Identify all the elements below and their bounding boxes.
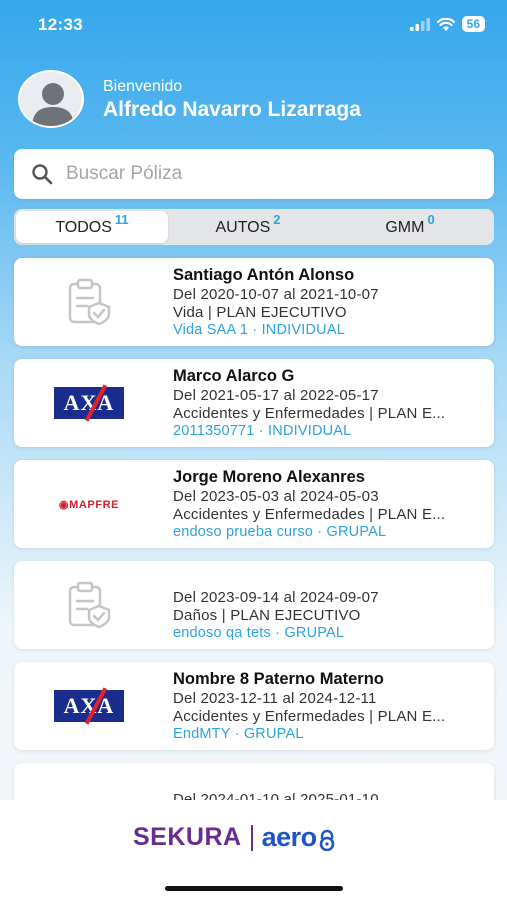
- policy-reference: Vida SAA 1 · INDIVIDUAL: [173, 322, 345, 338]
- search-bar[interactable]: [14, 149, 494, 199]
- policy-dates: Del 2023-12-11 al 2024-12-11: [173, 690, 377, 707]
- welcome-header: Bienvenido Alfredo Navarro Lizarraga: [18, 70, 488, 130]
- tab-todos-count: 11: [114, 212, 129, 227]
- axa-logo: AXA: [54, 384, 124, 422]
- insurer-logo: [14, 258, 164, 346]
- avatar[interactable]: [18, 70, 84, 128]
- brand-logos: SEKURA aero: [133, 822, 336, 853]
- policy-type: Accidentes y Enfermedades | PLAN E...: [173, 708, 446, 725]
- sekura-logo: SEKURA: [133, 823, 242, 851]
- padlock-icon: [319, 829, 334, 851]
- brand-divider: [250, 824, 253, 851]
- policy-dates: Del 2023-05-03 al 2024-05-03: [173, 488, 379, 505]
- policy-filter-tabs: TODOS 11 AUTOS 2 GMM 0: [14, 209, 494, 245]
- policy-card[interactable]: ◉MAPFRE Jorge Moreno Alexanres Del 2023-…: [14, 460, 494, 548]
- search-input[interactable]: [66, 159, 466, 189]
- tab-todos[interactable]: TODOS 11: [16, 211, 168, 243]
- policy-reference: endoso qa tets · GRUPAL: [173, 625, 345, 641]
- policy-document-icon: [68, 581, 111, 629]
- policy-holder-name: Santiago Antón Alonso: [173, 266, 355, 284]
- policy-card[interactable]: AXA Marco Alarco G Del 2021-05-17 al 202…: [14, 359, 494, 447]
- insurer-logo: [14, 561, 164, 649]
- status-time: 12:33: [38, 15, 83, 34]
- tab-gmm-label: GMM: [385, 219, 425, 236]
- policy-type: Vida | PLAN EJECUTIVO: [173, 304, 347, 321]
- search-icon: [32, 164, 53, 185]
- policy-card[interactable]: AXA Nombre 8 Paterno Materno Del 2023-12…: [14, 662, 494, 750]
- insurer-logo: ◉MAPFRE: [14, 460, 164, 548]
- policy-reference: 2011350771 · INDIVIDUAL: [173, 423, 352, 439]
- user-name: Alfredo Navarro Lizarraga: [103, 98, 361, 121]
- policy-type: Daños | PLAN EJECUTIVO: [173, 607, 361, 624]
- tab-todos-label: TODOS: [55, 219, 112, 236]
- policy-holder-name: [173, 569, 489, 589]
- policy-type: Accidentes y Enfermedades | PLAN E...: [173, 506, 446, 523]
- policy-reference: EndMTY · GRUPAL: [173, 726, 304, 742]
- policy-card[interactable]: Del 2023-09-14 al 2024-09-07 Daños | PLA…: [14, 561, 494, 649]
- policy-holder-name: Marco Alarco G: [173, 367, 295, 385]
- policy-dates: Del 2021-05-17 al 2022-05-17: [173, 387, 379, 404]
- home-indicator[interactable]: [165, 886, 343, 891]
- policy-holder-name: [173, 771, 489, 791]
- insurer-logo: AXA: [14, 359, 164, 447]
- insurer-logo: AXA: [14, 662, 164, 750]
- policy-holder-name: Jorge Moreno Alexanres: [173, 468, 365, 486]
- wifi-icon: [436, 17, 455, 31]
- tab-autos[interactable]: AUTOS 2: [172, 211, 324, 243]
- tab-gmm[interactable]: GMM 0: [328, 211, 492, 243]
- policy-holder-name: Nombre 8 Paterno Materno: [173, 670, 384, 688]
- status-bar: 12:33 56: [0, 0, 507, 50]
- battery-indicator: 56: [461, 16, 485, 32]
- welcome-label: Bienvenido: [103, 78, 183, 95]
- user-silhouette-icon: [32, 83, 74, 126]
- tab-gmm-count: 0: [427, 212, 435, 227]
- policy-dates: Del 2020-10-07 al 2021-10-07: [173, 286, 379, 303]
- bottom-brand-bar: SEKURA aero: [0, 800, 507, 900]
- policy-type: Accidentes y Enfermedades | PLAN E...: [173, 405, 446, 422]
- policy-document-icon: [68, 278, 111, 326]
- policy-dates: Del 2023-09-14 al 2024-09-07: [173, 589, 379, 606]
- status-icons: 56: [409, 16, 485, 32]
- cellular-signal-icon: [409, 17, 430, 31]
- tab-autos-label: AUTOS: [215, 219, 271, 236]
- policy-reference: endoso prueba curso · GRUPAL: [173, 524, 387, 540]
- mapfre-logo: ◉MAPFRE: [58, 498, 120, 511]
- tab-autos-count: 2: [273, 212, 281, 227]
- aero-logo: aero: [261, 822, 318, 852]
- axa-logo: AXA: [54, 687, 124, 725]
- policy-card[interactable]: Santiago Antón Alonso Del 2020-10-07 al …: [14, 258, 494, 346]
